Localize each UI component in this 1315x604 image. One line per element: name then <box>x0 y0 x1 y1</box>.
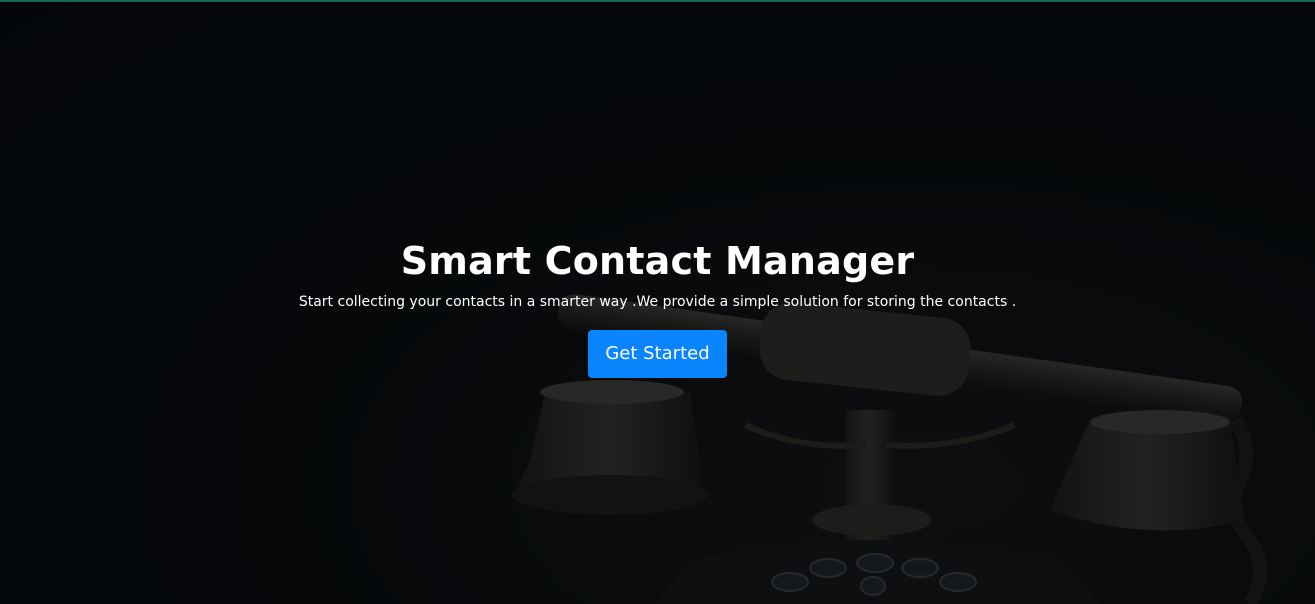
hero-section: Smart Contact Manager Start collecting y… <box>0 0 1315 604</box>
page-title: Smart Contact Manager <box>400 239 915 283</box>
get-started-button[interactable]: Get Started <box>588 330 727 378</box>
hero-content: Smart Contact Manager Start collecting y… <box>0 236 1315 378</box>
hero-subtitle: Start collecting your contacts in a smar… <box>298 294 1017 310</box>
